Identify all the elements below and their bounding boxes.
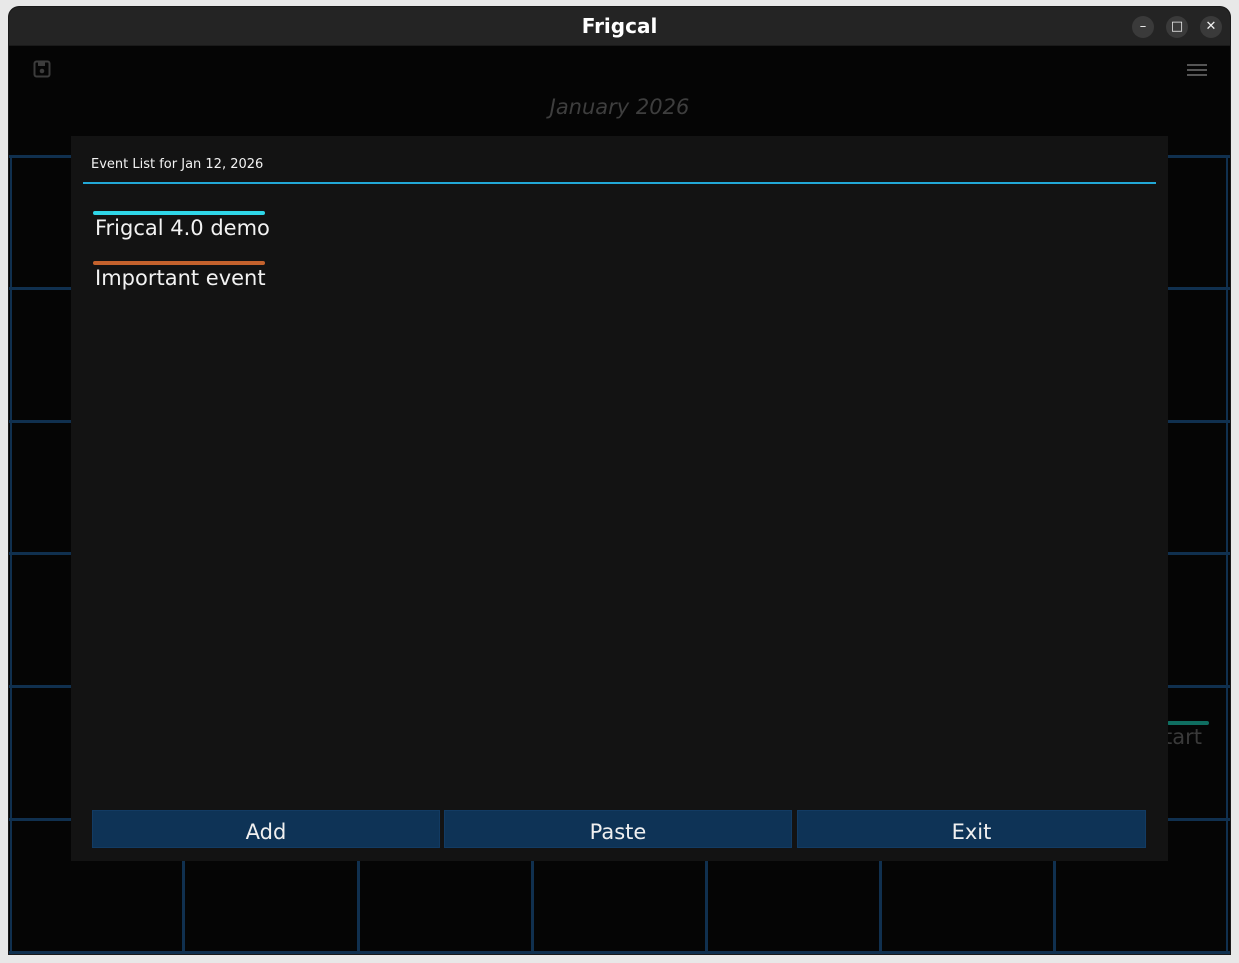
event-label: Important event xyxy=(95,266,266,290)
maximize-button[interactable]: □ xyxy=(1166,16,1188,38)
minimize-button[interactable]: – xyxy=(1132,16,1154,38)
dialog-title-divider xyxy=(83,182,1156,184)
calendar-grid-line xyxy=(357,860,360,954)
calendar-event-partial-label[interactable]: tart xyxy=(1164,725,1202,749)
event-color-bar xyxy=(93,261,265,265)
calendar-grid-line xyxy=(531,860,534,954)
hamburger-menu-icon[interactable] xyxy=(1187,62,1207,78)
calendar-grid-edge xyxy=(10,155,12,954)
event-label: Frigcal 4.0 demo xyxy=(95,216,270,240)
month-title: January 2026 xyxy=(549,95,690,119)
close-button[interactable]: ✕ xyxy=(1200,16,1222,38)
calendar-grid-line xyxy=(705,860,708,954)
paste-button[interactable]: Paste xyxy=(444,810,792,848)
calendar-grid-line xyxy=(182,860,185,954)
exit-button[interactable]: Exit xyxy=(797,810,1146,848)
save-icon[interactable] xyxy=(33,60,51,78)
window-title: Frigcal xyxy=(581,14,658,38)
app-window: Frigcal – □ ✕ January 2026 tart Event Li… xyxy=(9,7,1230,954)
calendar-grid-line xyxy=(879,860,882,954)
event-color-bar xyxy=(93,211,265,215)
event-list-item[interactable]: Important event xyxy=(93,261,266,290)
title-bar: Frigcal – □ ✕ xyxy=(9,7,1230,46)
calendar-grid-edge xyxy=(1226,155,1228,954)
event-list-item[interactable]: Frigcal 4.0 demo xyxy=(93,211,270,240)
dialog-title: Event List for Jan 12, 2026 xyxy=(91,157,264,172)
calendar-grid-line xyxy=(1053,860,1056,954)
add-button[interactable]: Add xyxy=(92,810,440,848)
event-list-dialog: Event List for Jan 12, 2026 Frigcal 4.0 … xyxy=(71,136,1168,861)
calendar-grid-line xyxy=(9,951,1230,954)
